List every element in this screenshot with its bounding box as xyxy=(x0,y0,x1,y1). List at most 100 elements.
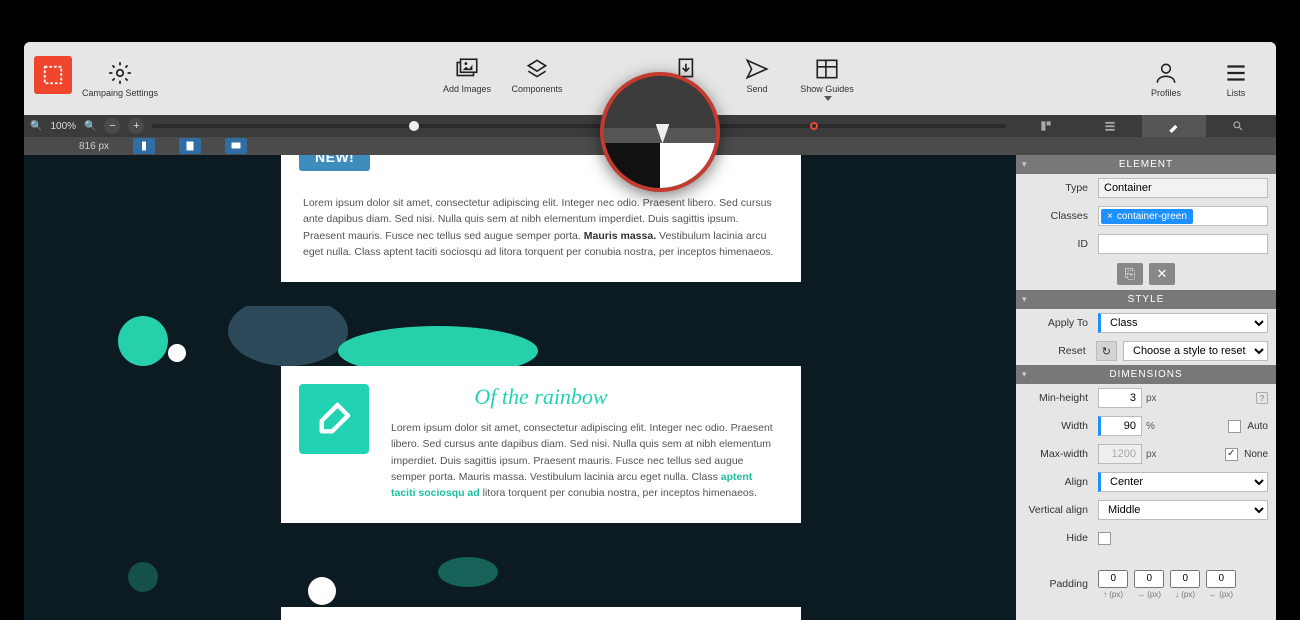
help-icon[interactable]: ? xyxy=(1256,392,1268,404)
breakpoint-marker[interactable] xyxy=(409,121,419,131)
content-card-1[interactable]: NEW! Paint with all the colors Lorem ips… xyxy=(281,155,801,282)
zoom-percent: 100% xyxy=(50,121,76,132)
tab-style[interactable] xyxy=(1142,115,1206,137)
lists-label: Lists xyxy=(1227,88,1246,98)
classes-field[interactable]: ×container-green xyxy=(1098,206,1268,226)
reset-select[interactable]: Choose a style to reset xyxy=(1123,341,1268,361)
components-button[interactable]: Components xyxy=(507,56,567,101)
card2-body: Lorem ipsum dolor sit amet, consectetur … xyxy=(391,420,779,501)
device-mobile-button[interactable] xyxy=(133,138,155,154)
min-height-input[interactable] xyxy=(1098,388,1142,408)
align-label: Align xyxy=(1016,476,1092,488)
pad-bottom-input[interactable] xyxy=(1170,570,1200,588)
reset-button[interactable]: ↻ xyxy=(1096,341,1117,361)
zoom-minus-button[interactable]: − xyxy=(104,118,120,134)
valign-select[interactable]: Middle xyxy=(1098,500,1268,520)
max-width-label: Max-width xyxy=(1016,448,1092,460)
tab-rows[interactable] xyxy=(1078,115,1142,137)
tab-layout[interactable] xyxy=(1014,115,1078,137)
components-icon xyxy=(524,56,550,82)
content-card-2[interactable]: Of the rainbow Lorem ipsum dolor sit ame… xyxy=(281,366,801,523)
padding-label: Padding xyxy=(1016,578,1092,590)
decorative-band-2 xyxy=(108,547,672,607)
row-id: ID xyxy=(1016,230,1276,258)
duplicate-button[interactable]: ⎘ xyxy=(1117,263,1143,285)
breakpoint-indicator[interactable] xyxy=(810,122,818,130)
hide-label: Hide xyxy=(1016,532,1092,544)
content-card-3[interactable]: To create your design Lorem ipsum dolor … xyxy=(281,607,801,620)
components-label: Components xyxy=(512,84,563,94)
row-padding: Padding ↑ (px) → (px) ↓ (px) ← (px) xyxy=(1016,564,1276,604)
card1-body: Lorem ipsum dolor sit amet, consectetur … xyxy=(303,195,779,260)
section-element-header[interactable]: ELEMENT xyxy=(1016,155,1276,174)
pad-top-input[interactable] xyxy=(1098,570,1128,588)
row-type: Type xyxy=(1016,174,1276,202)
decorative-band-1 xyxy=(108,306,672,366)
canvas-viewport[interactable]: NEW! Paint with all the colors Lorem ips… xyxy=(24,155,1016,620)
delete-button[interactable]: ✕ xyxy=(1149,263,1175,285)
pad-right-input[interactable] xyxy=(1134,570,1164,588)
element-actions: ⎘ ✕ xyxy=(1016,258,1276,290)
send-icon xyxy=(744,56,770,82)
min-height-label: Min-height xyxy=(1016,392,1092,404)
id-field[interactable] xyxy=(1098,234,1268,254)
breakpoint-track[interactable] xyxy=(152,124,1006,128)
apply-to-label: Apply To xyxy=(1016,317,1092,329)
align-select[interactable]: Center xyxy=(1098,472,1268,492)
campaign-settings-button[interactable]: Campaing Settings xyxy=(82,60,158,98)
app-brand-icon[interactable] xyxy=(34,56,72,94)
show-guides-button[interactable]: Show Guides xyxy=(797,56,857,101)
row-max-width: Max-width px None xyxy=(1016,440,1276,468)
add-images-label: Add Images xyxy=(443,84,491,94)
show-guides-label: Show Guides xyxy=(800,84,854,94)
paintbrush-icon xyxy=(299,384,369,454)
send-button[interactable]: Send xyxy=(727,56,787,101)
zoom-in-icon[interactable]: 🔍 xyxy=(30,121,42,132)
id-label: ID xyxy=(1016,238,1092,250)
row-apply-to: Apply To Class xyxy=(1016,309,1276,337)
pad-left-input[interactable] xyxy=(1206,570,1236,588)
none-label: None xyxy=(1244,449,1268,460)
apply-to-select[interactable]: Class xyxy=(1098,313,1268,333)
row-reset: Reset ↻ Choose a style to reset xyxy=(1016,337,1276,365)
reset-label: Reset xyxy=(1016,345,1090,357)
chevron-down-icon xyxy=(824,96,832,101)
valign-label: Vertical align xyxy=(1016,504,1092,516)
section-style-header[interactable]: STYLE xyxy=(1016,290,1276,309)
tab-search[interactable] xyxy=(1206,115,1270,137)
row-min-height: Min-height px ? xyxy=(1016,384,1276,412)
auto-label: Auto xyxy=(1247,421,1268,432)
row-classes: Classes ×container-green xyxy=(1016,202,1276,230)
guides-icon xyxy=(814,56,840,82)
classes-label: Classes xyxy=(1016,210,1092,222)
magnifier-callout xyxy=(600,72,720,192)
auto-checkbox[interactable] xyxy=(1228,420,1241,433)
profiles-button[interactable]: Profiles xyxy=(1136,60,1196,98)
class-tag[interactable]: ×container-green xyxy=(1101,209,1193,224)
device-tablet-button[interactable] xyxy=(179,138,201,154)
zoom-out-icon[interactable]: 🔍 xyxy=(84,121,96,132)
device-desktop-button[interactable] xyxy=(225,138,247,154)
new-badge: NEW! xyxy=(299,155,370,171)
width-input[interactable] xyxy=(1098,416,1142,436)
add-images-button[interactable]: Add Images xyxy=(437,56,497,101)
row-align: Align Center xyxy=(1016,468,1276,496)
hide-checkbox[interactable] xyxy=(1098,532,1111,545)
min-height-unit: px xyxy=(1142,388,1170,408)
zoom-plus-button[interactable]: + xyxy=(128,118,144,134)
main-area: NEW! Paint with all the colors Lorem ips… xyxy=(24,155,1276,620)
lists-button[interactable]: Lists xyxy=(1206,60,1266,98)
width-label: Width xyxy=(1016,420,1092,432)
section-dimensions-header[interactable]: DIMENSIONS xyxy=(1016,365,1276,384)
profiles-label: Profiles xyxy=(1151,88,1181,98)
inspector-tabs xyxy=(1014,115,1270,137)
remove-class-icon[interactable]: × xyxy=(1107,211,1113,222)
max-width-input xyxy=(1098,444,1142,464)
type-field xyxy=(1098,178,1268,198)
none-checkbox[interactable] xyxy=(1225,448,1238,461)
row-width: Width % Auto xyxy=(1016,412,1276,440)
row-valign: Vertical align Middle xyxy=(1016,496,1276,524)
images-icon xyxy=(454,56,480,82)
email-canvas[interactable]: NEW! Paint with all the colors Lorem ips… xyxy=(24,155,1016,620)
type-label: Type xyxy=(1016,182,1092,194)
